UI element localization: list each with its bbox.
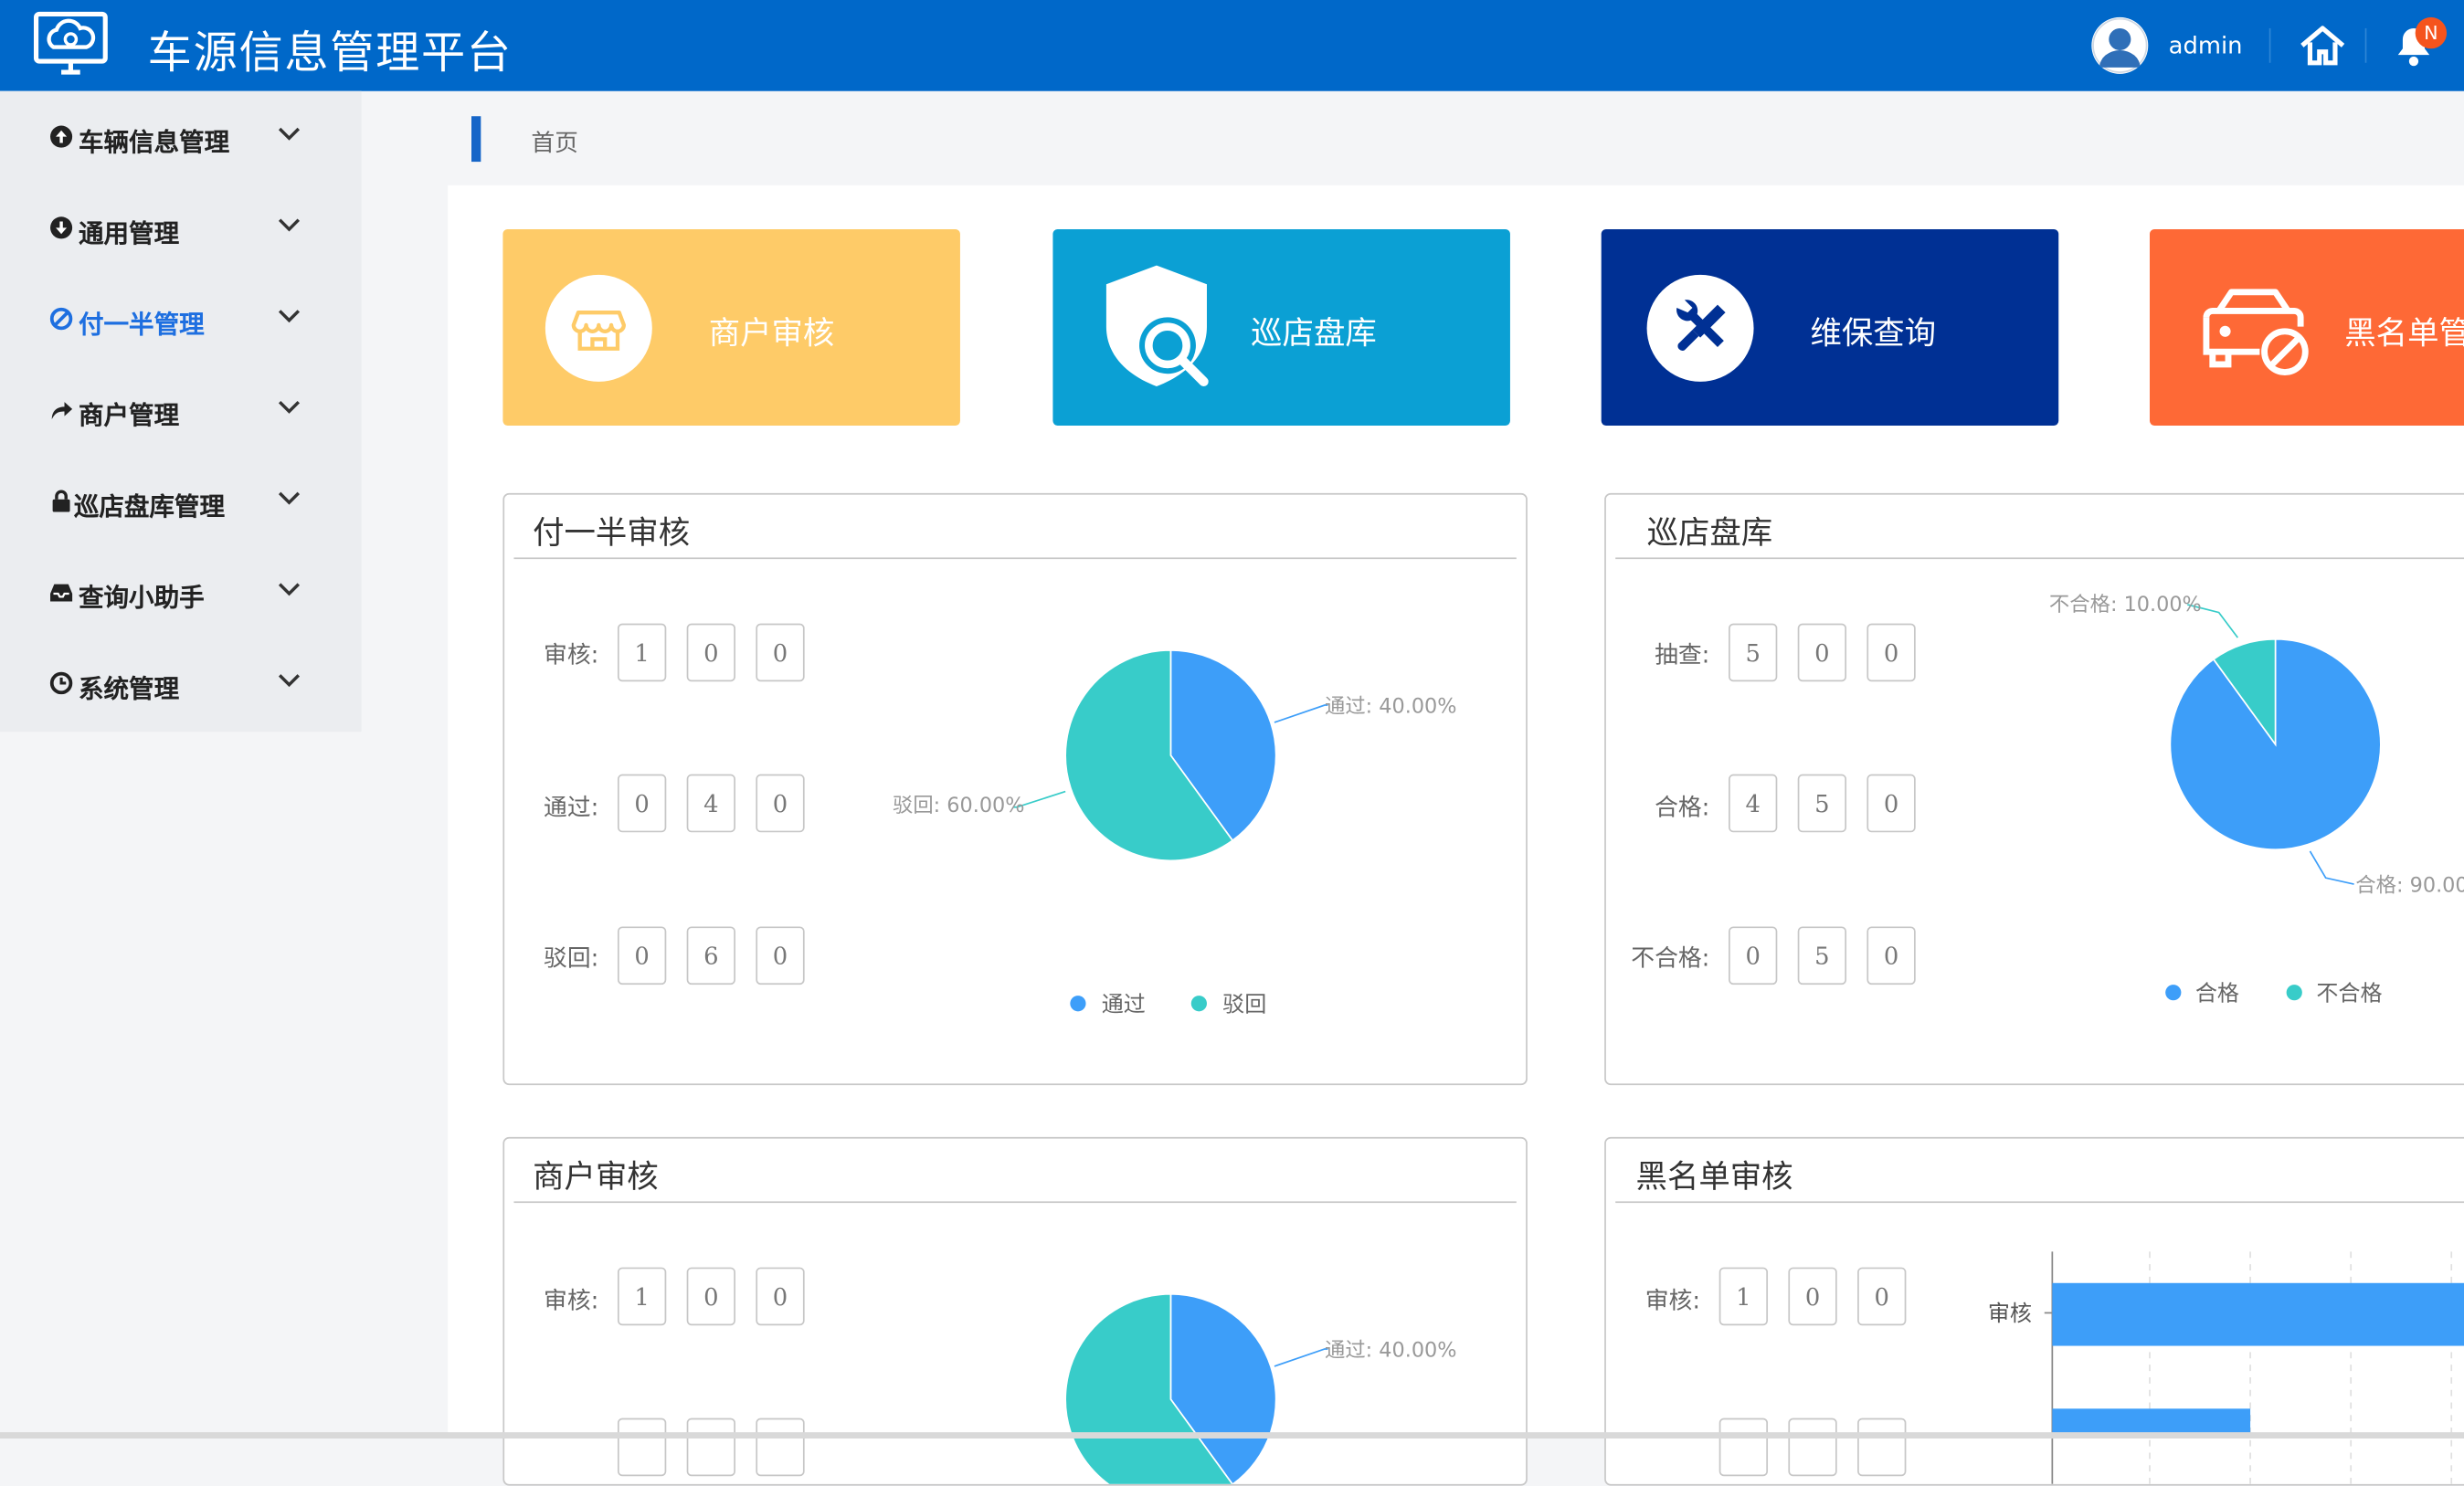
tile-merchant-review[interactable]: 商户审核 (502, 229, 960, 426)
breadcrumb-marker (471, 116, 481, 163)
sidebar-item-general[interactable]: 通用管理 (0, 182, 362, 273)
label-leader-line (2309, 850, 2354, 885)
legend-marker-pass[interactable] (1070, 996, 1086, 1012)
chevron-down-icon (278, 491, 301, 505)
pie-chart-fuyiban: 通过: 40.00% 驳回: 60.00% 通过 驳回 (893, 648, 1457, 1017)
label-leader-line (1274, 1348, 1328, 1367)
pie-label-pass: 通过: 40.00% (1325, 1339, 1457, 1363)
divider (2364, 27, 2367, 63)
panel-fuyiban-review: 付一半审核 审核: 1 0 0 通过: 0 4 0 驳回: 0 6 0 通过: … (502, 492, 1528, 1086)
chevron-down-icon (278, 127, 301, 141)
sidebar-item-fuyiban[interactable]: 付一半管理 (0, 273, 362, 364)
panel-patrol-inventory: 巡店盘库 抽查: 5 0 0 合格: 4 5 0 不合格: 0 5 0 不合格:… (1604, 492, 2464, 1086)
pie-label-pass: 通过: 40.00% (1325, 695, 1457, 719)
chevron-down-icon (278, 400, 301, 414)
legend-label-reject[interactable]: 驳回 (1222, 991, 1266, 1017)
chevron-down-icon (278, 674, 301, 688)
sidebar-item-query-helper[interactable]: 查询小助手 (0, 546, 362, 638)
sidebar-item-label: 查询小助手 (79, 582, 205, 613)
divider (2268, 27, 2271, 63)
sidebar-item-label: 车辆信息管理 (79, 127, 230, 157)
sidebar-item-label: 通用管理 (79, 218, 180, 248)
sidebar-item-vehicle-info[interactable]: 车辆信息管理 (0, 91, 362, 183)
sidebar-item-merchant[interactable]: 商户管理 (0, 364, 362, 456)
sidebar-item-patrol-inventory[interactable]: 巡店盘库管理 (0, 456, 362, 547)
tile-label: 维保查询 (1810, 313, 1937, 353)
arrow-up-circle-icon (50, 125, 73, 148)
pie-label-reject: 驳回: 60.00% (893, 794, 1025, 817)
car-ban-icon (2203, 289, 2309, 375)
bar-review[interactable] (2052, 1282, 2464, 1346)
legend-label-pass[interactable]: 通过 (1102, 991, 1146, 1017)
legend-marker-unqualified[interactable] (2286, 985, 2302, 1001)
sidebar-item-system[interactable]: 系统管理 (0, 638, 362, 729)
wrench-screwdriver-icon (1646, 274, 1754, 382)
sidebar-item-label: 商户管理 (79, 400, 180, 431)
home-icon[interactable] (2299, 24, 2346, 68)
pie-chart-xundian: 不合格: 10.00% 合格: 90.00% 合格 不合格 (2049, 593, 2464, 1006)
ban-circle-icon (49, 307, 73, 331)
legend-label-qualified[interactable]: 合格 (2195, 980, 2239, 1006)
chevron-down-icon (278, 310, 301, 323)
tile-patrol-inventory[interactable]: 巡店盘库 (1052, 229, 1510, 426)
label-leader-line (1274, 704, 1328, 723)
chevron-down-icon (278, 218, 301, 232)
arrow-down-circle-icon (50, 216, 73, 239)
clock-icon (49, 671, 73, 695)
legend-marker-qualified[interactable] (2165, 985, 2182, 1001)
top-navbar: 车源信息管理平台 admin N (0, 0, 2464, 91)
pie-label-qualified: 合格: 90.00% (2355, 874, 2464, 898)
shield-search-icon (1105, 265, 1209, 386)
app-title: 车源信息管理平台 (147, 26, 513, 79)
lock-icon (52, 490, 70, 512)
tile-label: 黑名单管 (2344, 313, 2464, 353)
bar-category-label: 审核 (1988, 1301, 2032, 1326)
tile-label: 商户审核 (708, 313, 835, 353)
user-avatar-icon (2092, 17, 2148, 73)
notification-badge[interactable]: N (2415, 16, 2448, 49)
store-icon (545, 274, 652, 382)
username[interactable]: admin (2169, 31, 2243, 59)
avatar[interactable] (2091, 16, 2149, 74)
cloud-monitor-icon (33, 11, 108, 75)
breadcrumb[interactable]: 首页 (531, 126, 578, 159)
legend-marker-reject[interactable] (1190, 996, 1207, 1012)
sidebar-item-label: 系统管理 (79, 673, 180, 704)
tile-maintenance-query[interactable]: 维保查询 (1601, 229, 2059, 426)
sidebar: 车辆信息管理 通用管理 付一半管理 商户管理 巡店盘库管理 查询小助手 系统管理 (0, 90, 362, 732)
horizontal-scrollbar[interactable] (0, 1432, 2464, 1439)
sidebar-item-label: 巡店盘库管理 (73, 491, 225, 522)
sidebar-item-label: 付一半管理 (79, 309, 205, 340)
inbox-icon (50, 584, 73, 602)
pie-label-unqualified: 不合格: 10.00% (2049, 593, 2202, 617)
share-arrow-icon (51, 402, 73, 420)
tile-blacklist[interactable]: 黑名单管 (2149, 229, 2464, 426)
chevron-down-icon (278, 583, 301, 596)
tile-label: 巡店盘库 (1251, 313, 1377, 353)
legend-label-unqualified[interactable]: 不合格 (2316, 980, 2382, 1006)
